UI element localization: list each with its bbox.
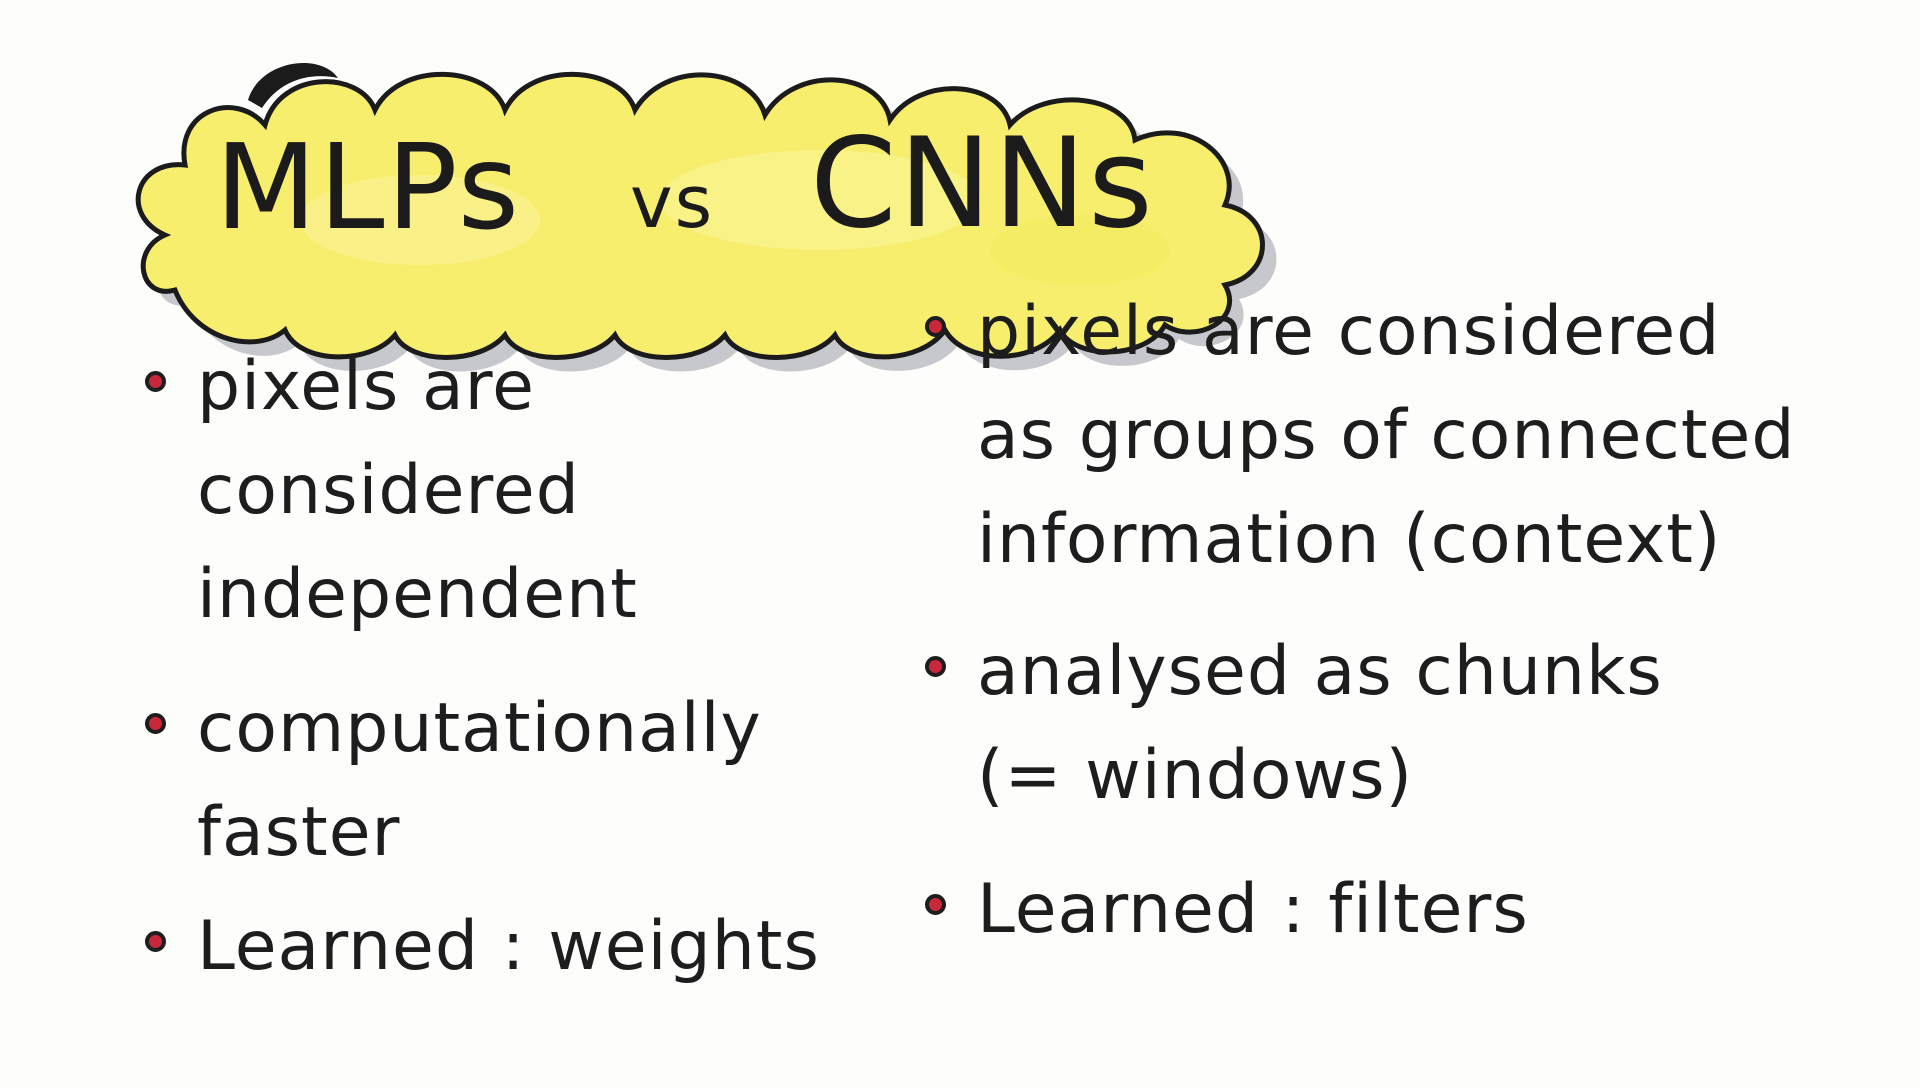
- flashcard: MLPs vs CNNs pixels are considered indep…: [0, 0, 1920, 1088]
- item-line: pixels are considered: [977, 292, 1721, 371]
- item-line: considered: [197, 451, 580, 530]
- item-line: computationally: [197, 689, 762, 768]
- list-item: Learned : weights: [135, 895, 855, 999]
- item-line: Learned : weights: [197, 907, 820, 986]
- item-line: information (context): [977, 500, 1722, 579]
- bullet-icon: [925, 894, 946, 915]
- item-line: Learned : filters: [977, 870, 1529, 949]
- item-line: independent: [197, 555, 638, 634]
- cnns-column: pixels are considered as groups of conne…: [915, 280, 1875, 962]
- list-item: Learned : filters: [915, 858, 1875, 962]
- title-mlps: MLPs: [215, 118, 522, 256]
- item-line: pixels are: [197, 347, 535, 426]
- bullet-icon: [145, 713, 166, 734]
- list-item: analysed as chunks (= windows): [915, 620, 1875, 828]
- bullet-icon: [145, 371, 166, 392]
- list-item: computationally faster: [135, 677, 855, 885]
- bullet-icon: [925, 316, 946, 337]
- mlps-column: pixels are considered independent comput…: [135, 335, 855, 999]
- item-line: analysed as chunks: [977, 632, 1663, 711]
- list-item: pixels are considered as groups of conne…: [915, 280, 1875, 592]
- item-line: as groups of connected: [977, 396, 1796, 475]
- bullet-icon: [145, 931, 166, 952]
- item-line: (= windows): [977, 736, 1414, 815]
- title-vs: vs: [630, 160, 715, 244]
- title-cnns: CNNs: [810, 112, 1155, 256]
- bullet-icon: [925, 656, 946, 677]
- list-item: pixels are considered independent: [135, 335, 855, 647]
- item-line: faster: [197, 793, 401, 872]
